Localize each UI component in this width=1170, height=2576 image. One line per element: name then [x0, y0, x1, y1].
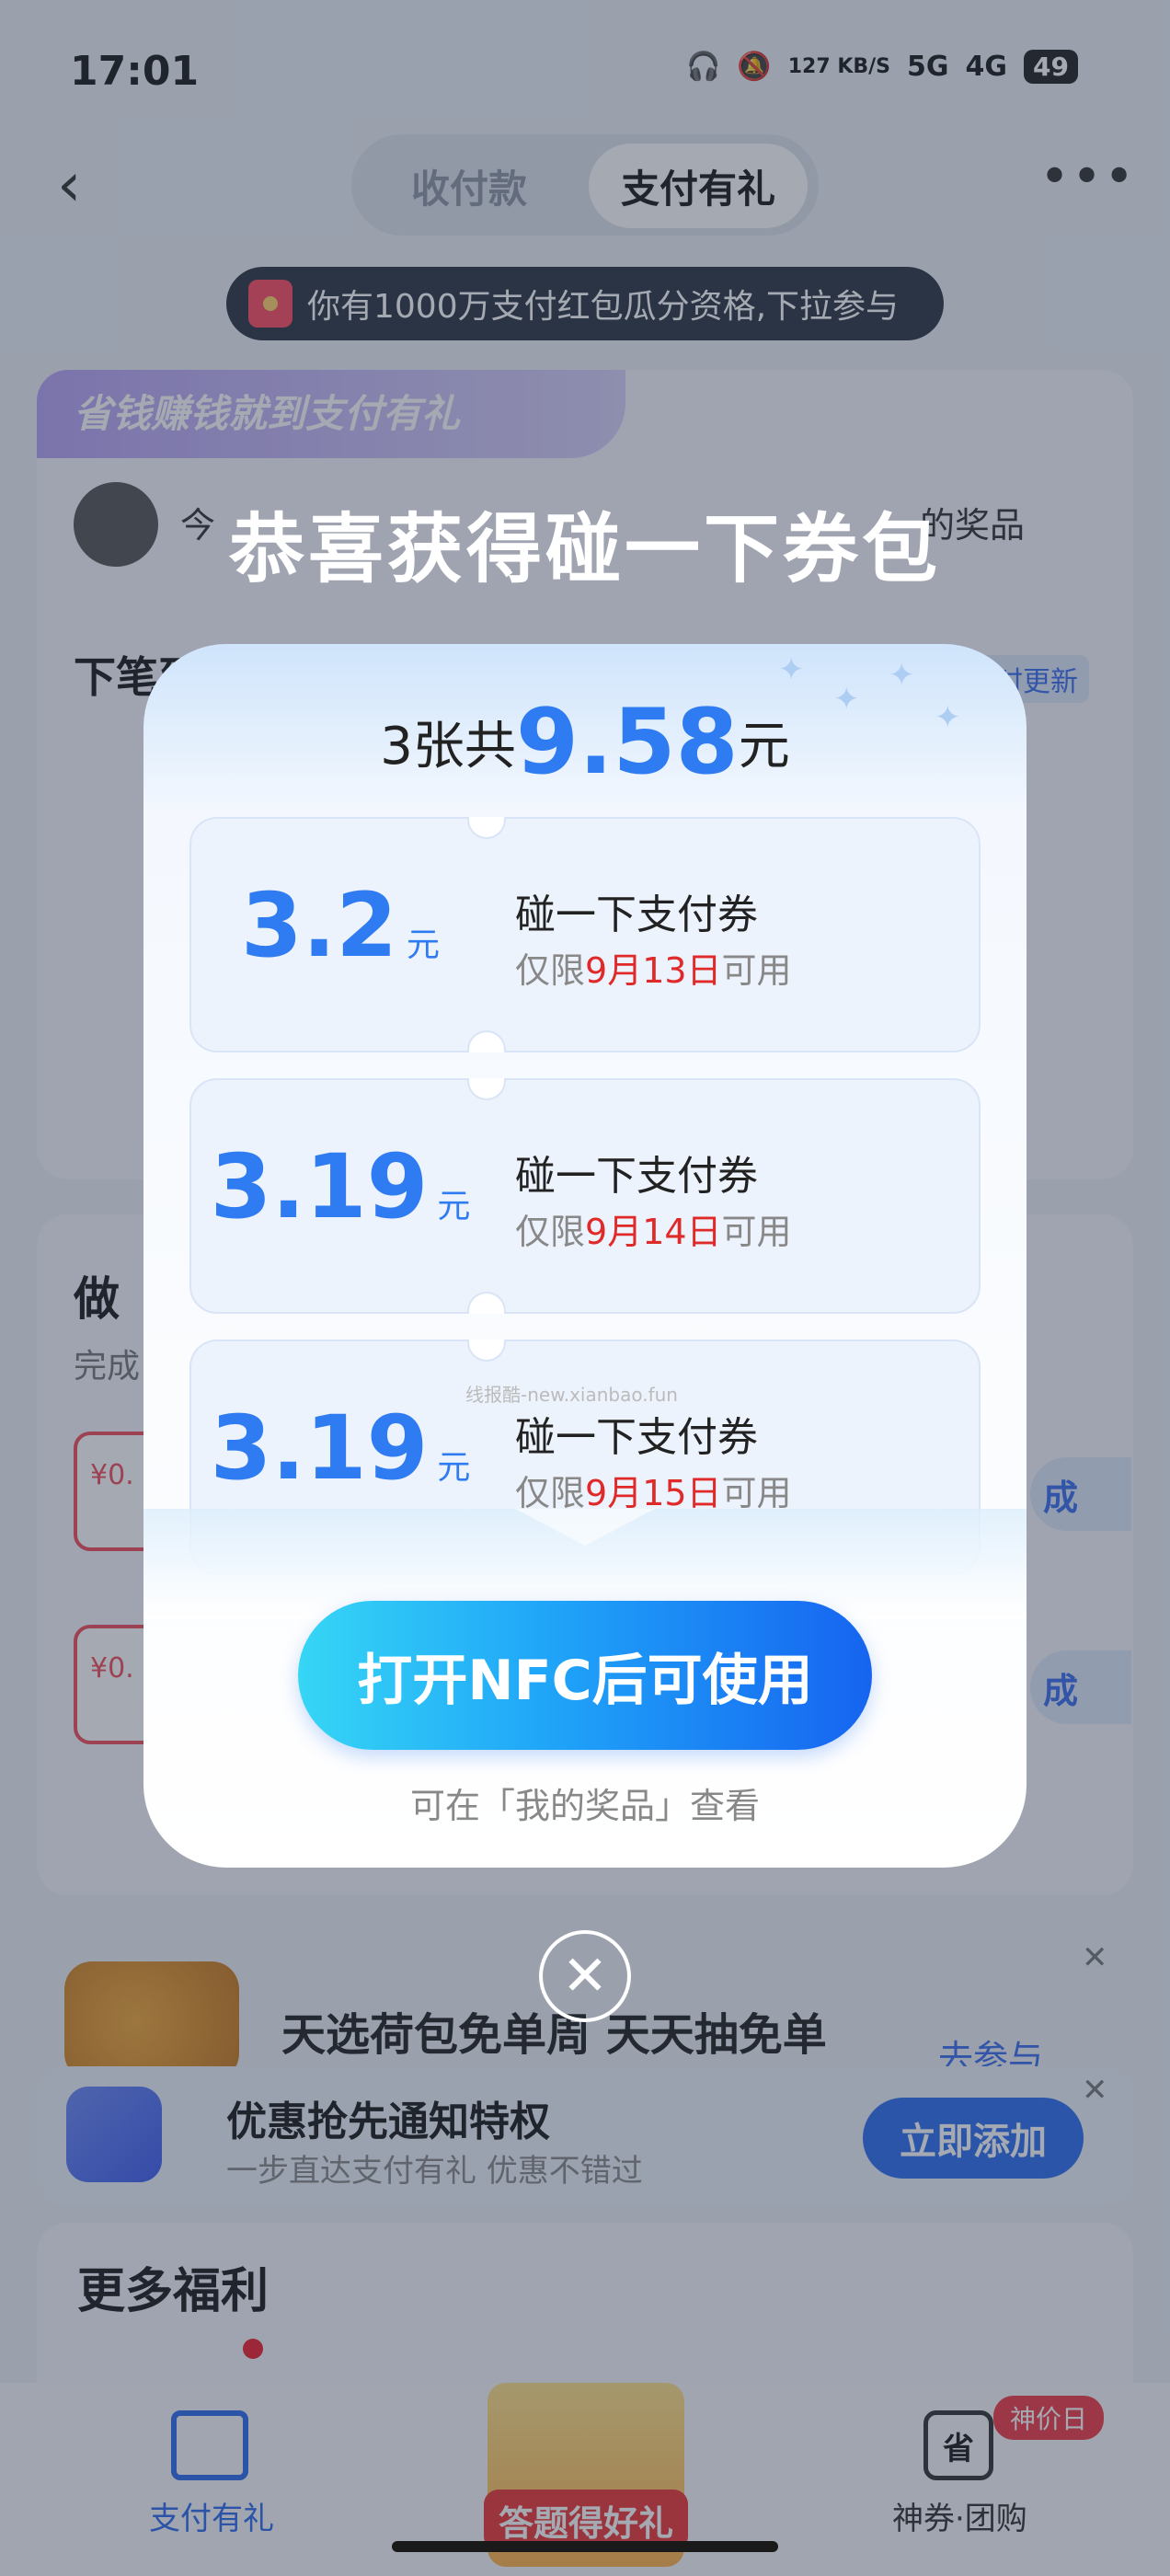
- ticket-notch: [467, 1078, 506, 1100]
- total-prefix: 3张共: [380, 717, 516, 776]
- coupon-validity: 仅限9月13日可用: [515, 942, 792, 993]
- validity-suffix: 可用: [721, 950, 792, 991]
- coupon-amount: 3.2 元: [202, 874, 478, 977]
- modal-hint: 可在「我的奖品」查看: [409, 1786, 760, 1826]
- ticket-notch: [467, 1292, 506, 1314]
- coupon-name: 碰一下支付券: [515, 891, 758, 938]
- coupon-name: 碰一下支付券: [515, 1153, 758, 1200]
- validity-prefix: 仅限: [515, 1212, 586, 1252]
- coupon-unit: 元: [437, 1449, 471, 1487]
- coupon-validity: 仅限9月14日可用: [515, 1203, 792, 1254]
- home-indicator[interactable]: [392, 2541, 778, 2552]
- validity-date: 9月14日: [585, 1212, 722, 1252]
- coupon-card: 3.2 元 碰一下支付券 仅限9月13日可用: [189, 817, 981, 1052]
- coupon-amount: 3.19 元: [202, 1397, 478, 1500]
- coupon-unit: 元: [407, 926, 441, 964]
- coupon-card: 3.19 元 碰一下支付券 仅限9月14日可用: [189, 1078, 981, 1314]
- coupon-name: 碰一下支付券: [515, 1414, 758, 1461]
- sparkle-icon: ✦: [778, 651, 805, 688]
- total-suffix: 元: [738, 717, 790, 776]
- coupon-validity: 仅限9月15日可用: [515, 1465, 792, 1515]
- coupon-amount-value: 3.19: [210, 1397, 429, 1500]
- coupon-amount-value: 3.19: [210, 1135, 429, 1238]
- ticket-notch: [467, 1340, 506, 1362]
- ticket-notch: [467, 817, 506, 839]
- sparkle-icon: ✦: [889, 657, 915, 694]
- ticket-notch: [467, 1030, 506, 1052]
- total-amount: 9.58: [515, 690, 739, 795]
- validity-date: 9月13日: [585, 950, 722, 991]
- validity-prefix: 仅限: [515, 1473, 586, 1513]
- watermark-text: 线报酷-new.xianbao.fun: [465, 1384, 678, 1406]
- coupon-unit: 元: [437, 1188, 471, 1225]
- validity-date: 9月15日: [585, 1473, 722, 1513]
- modal-title: 恭喜获得碰一下券包: [228, 506, 941, 593]
- total-summary: 3张共9.58元: [143, 690, 1027, 795]
- validity-suffix: 可用: [721, 1473, 792, 1513]
- close-modal-icon[interactable]: ✕: [539, 1930, 631, 2022]
- validity-suffix: 可用: [721, 1212, 792, 1252]
- validity-prefix: 仅限: [515, 950, 586, 991]
- open-nfc-button[interactable]: 打开NFC后可使用: [298, 1601, 872, 1750]
- coupon-amount: 3.19 元: [202, 1135, 478, 1238]
- coupon-amount-value: 3.2: [240, 874, 398, 977]
